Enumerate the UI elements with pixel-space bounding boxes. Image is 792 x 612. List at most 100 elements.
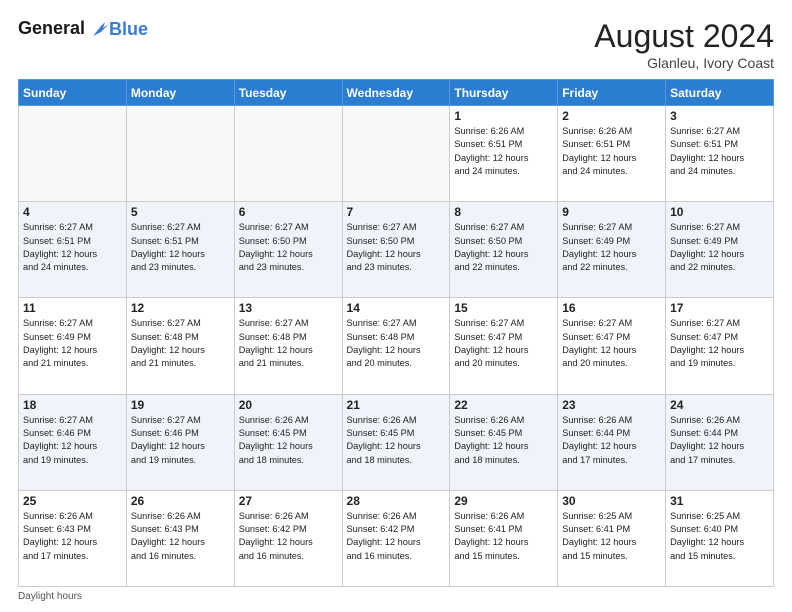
table-row: 12 Sunrise: 6:27 AM Sunset: 6:48 PM Dayli… xyxy=(126,298,234,394)
table-row: 16 Sunrise: 6:27 AM Sunset: 6:47 PM Dayli… xyxy=(558,298,666,394)
day-info: Sunrise: 6:27 AM Sunset: 6:46 PM Dayligh… xyxy=(131,414,230,467)
day-number: 29 xyxy=(454,494,553,508)
day-info: Sunrise: 6:27 AM Sunset: 6:49 PM Dayligh… xyxy=(562,221,661,274)
day-info: Sunrise: 6:27 AM Sunset: 6:49 PM Dayligh… xyxy=(670,221,769,274)
logo-bird-icon xyxy=(87,18,109,40)
day-number: 19 xyxy=(131,398,230,412)
day-info: Sunrise: 6:26 AM Sunset: 6:43 PM Dayligh… xyxy=(131,510,230,563)
day-info: Sunrise: 6:27 AM Sunset: 6:49 PM Dayligh… xyxy=(23,317,122,370)
day-info: Sunrise: 6:27 AM Sunset: 6:46 PM Dayligh… xyxy=(23,414,122,467)
col-wednesday: Wednesday xyxy=(342,80,450,106)
table-row: 28 Sunrise: 6:26 AM Sunset: 6:42 PM Dayli… xyxy=(342,490,450,586)
col-monday: Monday xyxy=(126,80,234,106)
col-tuesday: Tuesday xyxy=(234,80,342,106)
day-number: 12 xyxy=(131,301,230,315)
table-row xyxy=(234,106,342,202)
table-row xyxy=(342,106,450,202)
day-info: Sunrise: 6:27 AM Sunset: 6:48 PM Dayligh… xyxy=(131,317,230,370)
calendar-table: Sunday Monday Tuesday Wednesday Thursday… xyxy=(18,79,774,587)
day-info: Sunrise: 6:26 AM Sunset: 6:42 PM Dayligh… xyxy=(239,510,338,563)
location-subtitle: Glanleu, Ivory Coast xyxy=(594,55,774,71)
day-info: Sunrise: 6:26 AM Sunset: 6:44 PM Dayligh… xyxy=(562,414,661,467)
day-info: Sunrise: 6:25 AM Sunset: 6:40 PM Dayligh… xyxy=(670,510,769,563)
day-info: Sunrise: 6:27 AM Sunset: 6:51 PM Dayligh… xyxy=(23,221,122,274)
table-row: 1Sunrise: 6:26 AM Sunset: 6:51 PM Daylig… xyxy=(450,106,558,202)
day-number: 4 xyxy=(23,205,122,219)
day-info: Sunrise: 6:27 AM Sunset: 6:47 PM Dayligh… xyxy=(454,317,553,370)
calendar-week-row: 4 Sunrise: 6:27 AM Sunset: 6:51 PM Daylig… xyxy=(19,202,774,298)
table-row xyxy=(19,106,127,202)
table-row: 31 Sunrise: 6:25 AM Sunset: 6:40 PM Dayli… xyxy=(666,490,774,586)
footer-note: Daylight hours xyxy=(18,591,774,602)
day-info: Sunrise: 6:27 AM Sunset: 6:47 PM Dayligh… xyxy=(670,317,769,370)
day-info: Sunrise: 6:27 AM Sunset: 6:51 PM Dayligh… xyxy=(670,125,769,178)
col-saturday: Saturday xyxy=(666,80,774,106)
day-info: Sunrise: 6:26 AM Sunset: 6:45 PM Dayligh… xyxy=(239,414,338,467)
logo-text: General xyxy=(18,18,109,40)
day-number: 9 xyxy=(562,205,661,219)
day-info: Sunrise: 6:26 AM Sunset: 6:45 PM Dayligh… xyxy=(347,414,446,467)
table-row: 20 Sunrise: 6:26 AM Sunset: 6:45 PM Dayli… xyxy=(234,394,342,490)
day-number: 16 xyxy=(562,301,661,315)
day-number: 2 xyxy=(562,109,661,123)
day-info: Sunrise: 6:27 AM Sunset: 6:48 PM Dayligh… xyxy=(239,317,338,370)
day-number: 10 xyxy=(670,205,769,219)
day-info: Sunrise: 6:26 AM Sunset: 6:43 PM Dayligh… xyxy=(23,510,122,563)
day-info: Sunrise: 6:26 AM Sunset: 6:51 PM Dayligh… xyxy=(454,125,553,178)
table-row xyxy=(126,106,234,202)
col-sunday: Sunday xyxy=(19,80,127,106)
day-info: Sunrise: 6:26 AM Sunset: 6:42 PM Dayligh… xyxy=(347,510,446,563)
day-number: 5 xyxy=(131,205,230,219)
day-number: 20 xyxy=(239,398,338,412)
day-info: Sunrise: 6:25 AM Sunset: 6:41 PM Dayligh… xyxy=(562,510,661,563)
header: General Blue August 2024 Glanleu, Ivory … xyxy=(18,18,774,71)
table-row: 19 Sunrise: 6:27 AM Sunset: 6:46 PM Dayli… xyxy=(126,394,234,490)
day-info: Sunrise: 6:27 AM Sunset: 6:50 PM Dayligh… xyxy=(239,221,338,274)
day-number: 31 xyxy=(670,494,769,508)
day-number: 27 xyxy=(239,494,338,508)
table-row: 7Sunrise: 6:27 AM Sunset: 6:50 PM Daylig… xyxy=(342,202,450,298)
table-row: 29 Sunrise: 6:26 AM Sunset: 6:41 PM Dayli… xyxy=(450,490,558,586)
day-number: 11 xyxy=(23,301,122,315)
table-row: 11 Sunrise: 6:27 AM Sunset: 6:49 PM Dayli… xyxy=(19,298,127,394)
table-row: 25 Sunrise: 6:26 AM Sunset: 6:43 PM Dayli… xyxy=(19,490,127,586)
day-number: 15 xyxy=(454,301,553,315)
table-row: 10 Sunrise: 6:27 AM Sunset: 6:49 PM Dayli… xyxy=(666,202,774,298)
month-year-title: August 2024 xyxy=(594,18,774,55)
day-number: 17 xyxy=(670,301,769,315)
table-row: 24 Sunrise: 6:26 AM Sunset: 6:44 PM Dayli… xyxy=(666,394,774,490)
day-number: 30 xyxy=(562,494,661,508)
day-number: 6 xyxy=(239,205,338,219)
day-info: Sunrise: 6:26 AM Sunset: 6:41 PM Dayligh… xyxy=(454,510,553,563)
day-number: 3 xyxy=(670,109,769,123)
day-number: 23 xyxy=(562,398,661,412)
table-row: 9 Sunrise: 6:27 AM Sunset: 6:49 PM Daylig… xyxy=(558,202,666,298)
day-number: 7 xyxy=(347,205,446,219)
table-row: 8Sunrise: 6:27 AM Sunset: 6:50 PM Daylig… xyxy=(450,202,558,298)
calendar-week-row: 11 Sunrise: 6:27 AM Sunset: 6:49 PM Dayli… xyxy=(19,298,774,394)
day-info: Sunrise: 6:26 AM Sunset: 6:44 PM Dayligh… xyxy=(670,414,769,467)
day-number: 28 xyxy=(347,494,446,508)
day-number: 18 xyxy=(23,398,122,412)
calendar-header-row: Sunday Monday Tuesday Wednesday Thursday… xyxy=(19,80,774,106)
day-number: 8 xyxy=(454,205,553,219)
table-row: 17 Sunrise: 6:27 AM Sunset: 6:47 PM Dayli… xyxy=(666,298,774,394)
logo: General Blue xyxy=(18,18,148,40)
calendar-week-row: 25 Sunrise: 6:26 AM Sunset: 6:43 PM Dayli… xyxy=(19,490,774,586)
table-row: 21Sunrise: 6:26 AM Sunset: 6:45 PM Dayli… xyxy=(342,394,450,490)
table-row: 22Sunrise: 6:26 AM Sunset: 6:45 PM Dayli… xyxy=(450,394,558,490)
day-number: 24 xyxy=(670,398,769,412)
day-number: 22 xyxy=(454,398,553,412)
col-friday: Friday xyxy=(558,80,666,106)
table-row: 23 Sunrise: 6:26 AM Sunset: 6:44 PM Dayli… xyxy=(558,394,666,490)
day-number: 26 xyxy=(131,494,230,508)
calendar-week-row: 18 Sunrise: 6:27 AM Sunset: 6:46 PM Dayli… xyxy=(19,394,774,490)
day-number: 25 xyxy=(23,494,122,508)
table-row: 13 Sunrise: 6:27 AM Sunset: 6:48 PM Dayli… xyxy=(234,298,342,394)
table-row: 26 Sunrise: 6:26 AM Sunset: 6:43 PM Dayli… xyxy=(126,490,234,586)
day-number: 13 xyxy=(239,301,338,315)
day-info: Sunrise: 6:26 AM Sunset: 6:51 PM Dayligh… xyxy=(562,125,661,178)
table-row: 6 Sunrise: 6:27 AM Sunset: 6:50 PM Daylig… xyxy=(234,202,342,298)
title-block: August 2024 Glanleu, Ivory Coast xyxy=(594,18,774,71)
day-info: Sunrise: 6:27 AM Sunset: 6:47 PM Dayligh… xyxy=(562,317,661,370)
